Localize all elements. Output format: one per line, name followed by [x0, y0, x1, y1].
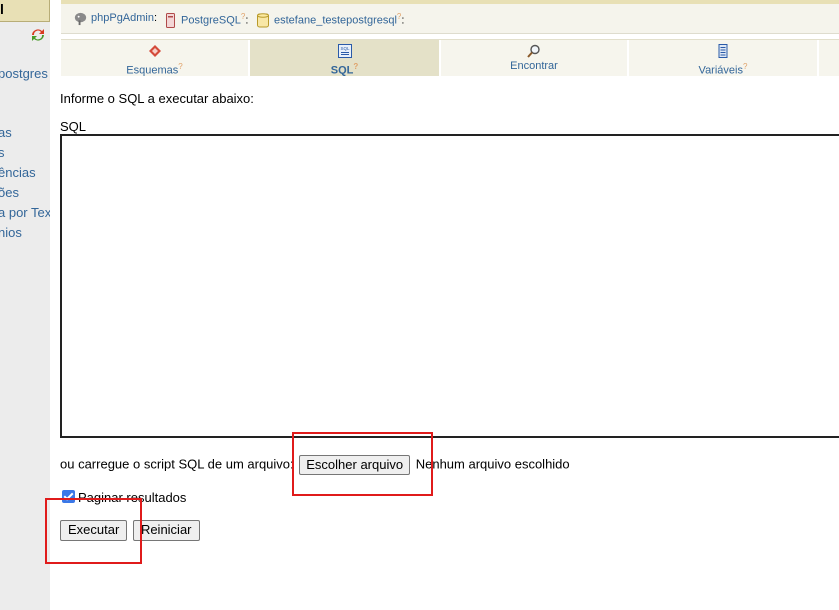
- breadcrumb-server[interactable]: PostgreSQL?:: [181, 12, 248, 27]
- annotation-box-upload: [292, 432, 433, 496]
- svg-text:SQL: SQL: [340, 46, 350, 51]
- tab-schemas[interactable]: Esquemas?: [61, 40, 250, 77]
- sidebar-item-database[interactable]: postgres: [0, 66, 48, 81]
- sidebar-item-fulltext-search[interactable]: a por Tex: [0, 205, 50, 220]
- annotation-box-execute: [45, 498, 142, 564]
- sql-label: SQL: [60, 119, 87, 134]
- sql-textarea[interactable]: [60, 134, 839, 438]
- upload-label: ou carregue o script SQL de um arquivo:: [60, 456, 294, 472]
- tab-bar: Esquemas? SQL SQL? Encontrar Variáveis?: [61, 39, 839, 77]
- find-icon: [527, 44, 540, 58]
- server-icon: [166, 13, 175, 28]
- sidebar-item-domains[interactable]: nios: [0, 225, 22, 240]
- reset-button[interactable]: Reiniciar: [132, 520, 200, 541]
- breadcrumb-app[interactable]: phpPgAdmin:: [91, 12, 157, 24]
- tab-find[interactable]: Encontrar: [441, 40, 629, 76]
- database-icon: [257, 13, 269, 28]
- sidebar-item-tables[interactable]: as: [0, 125, 12, 140]
- sidebar-top-box: l: [0, 0, 50, 22]
- elephant-icon: [74, 12, 87, 26]
- breadcrumb: phpPgAdmin: PostgreSQL?: estefane_testep…: [61, 0, 839, 34]
- sidebar-item-views[interactable]: s: [0, 145, 5, 160]
- tab-variables[interactable]: Variáveis?: [629, 40, 819, 77]
- intro-text: Informe o SQL a executar abaixo:: [60, 91, 254, 106]
- sidebar: l postgres as s ências ões a por Tex nio…: [0, 0, 50, 610]
- variables-icon: [718, 44, 728, 58]
- sidebar-item-sequences[interactable]: ências: [0, 165, 36, 180]
- schemas-icon: [148, 45, 161, 57]
- sidebar-top-label: l: [0, 1, 4, 17]
- breadcrumb-database[interactable]: estefane_testepostgresql?:: [274, 12, 404, 27]
- tab-sql[interactable]: SQL SQL?: [250, 40, 441, 77]
- tab-more[interactable]: [819, 40, 839, 76]
- sidebar-item-functions[interactable]: ões: [0, 185, 19, 200]
- refresh-icon[interactable]: [30, 27, 46, 43]
- no-file-text: Nenhum arquivo escolhido: [415, 456, 570, 472]
- sql-icon: SQL: [337, 44, 352, 58]
